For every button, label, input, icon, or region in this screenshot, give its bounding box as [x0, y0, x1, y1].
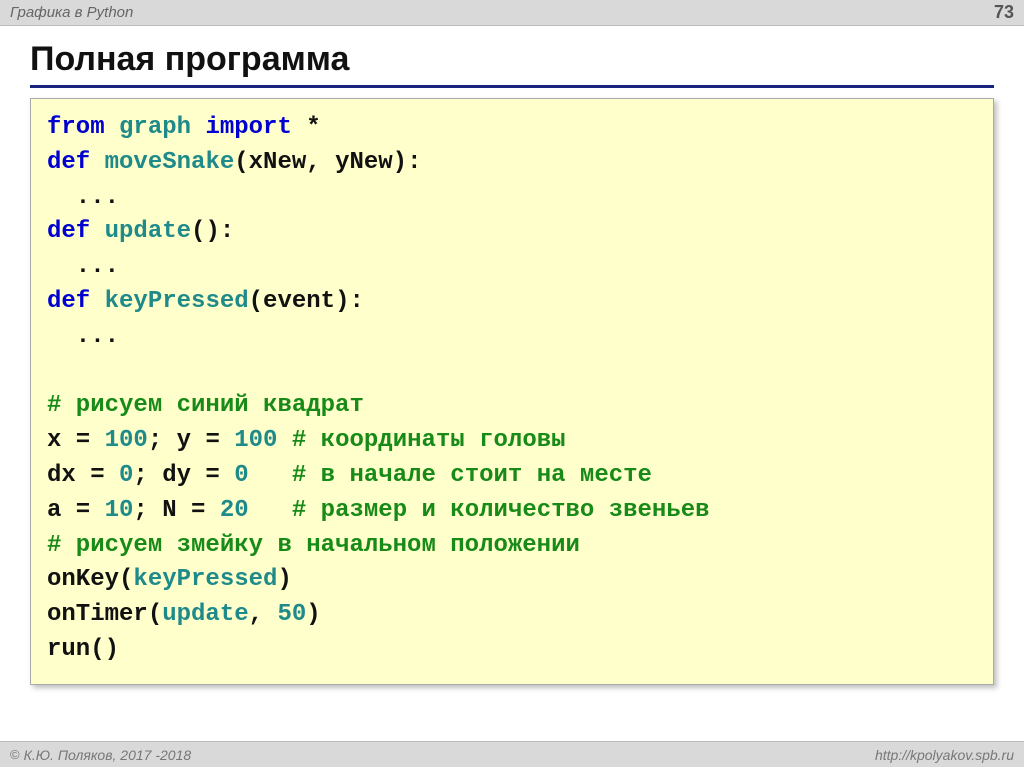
code-text: run()	[47, 636, 119, 663]
code-text: ; dy =	[133, 462, 234, 489]
footer-url: http://kpolyakov.spb.ru	[875, 747, 1014, 763]
code-text: )	[277, 566, 291, 593]
code-text	[249, 497, 292, 524]
module-name: graph	[119, 114, 191, 141]
ident: update	[162, 601, 248, 628]
num-literal: 10	[105, 497, 134, 524]
code-block: from graph import * def moveSnake(xNew, …	[30, 98, 994, 685]
code-text: )	[306, 601, 320, 628]
footer-bar: © К.Ю. Поляков, 2017 -2018 http://kpolya…	[0, 741, 1024, 767]
comment: # рисуем змейку в начальном положении	[47, 532, 580, 559]
page-title: Полная программа	[30, 40, 994, 88]
kw-from: from	[47, 114, 105, 141]
kw-import: import	[205, 114, 291, 141]
num-literal: 50	[277, 601, 306, 628]
code-text: onTimer(	[47, 601, 162, 628]
code-text: ,	[249, 601, 278, 628]
comment: # в начале стоит на месте	[292, 462, 652, 489]
code-text: onKey(	[47, 566, 133, 593]
slide: Графика в Python 73 Полная программа fro…	[0, 0, 1024, 767]
ident: keyPressed	[133, 566, 277, 593]
code-text: ...	[47, 253, 119, 280]
kw-def: def	[47, 288, 90, 315]
func-name: keyPressed	[105, 288, 249, 315]
code-text: ...	[47, 323, 119, 350]
num-literal: 0	[234, 462, 248, 489]
comment: # размер и количество звеньев	[292, 497, 710, 524]
kw-def: def	[47, 218, 90, 245]
code-text: x =	[47, 427, 105, 454]
num-literal: 20	[220, 497, 249, 524]
copyright-icon: ©	[10, 747, 20, 762]
comment: # координаты головы	[292, 427, 566, 454]
code-text: *	[292, 114, 321, 141]
func-name: update	[105, 218, 191, 245]
code-text	[249, 462, 292, 489]
code-text: dx =	[47, 462, 119, 489]
kw-def: def	[47, 149, 90, 176]
code-text	[277, 427, 291, 454]
header-title: Графика в Python	[10, 4, 133, 21]
num-literal: 100	[105, 427, 148, 454]
code-text: ; y =	[148, 427, 234, 454]
code-text: (event):	[249, 288, 364, 315]
code-text: ; N =	[133, 497, 219, 524]
copyright-text: К.Ю. Поляков, 2017 -2018	[24, 747, 192, 763]
header-bar: Графика в Python 73	[0, 0, 1024, 26]
page-number: 73	[994, 2, 1014, 23]
func-name: moveSnake	[105, 149, 235, 176]
content-area: Полная программа from graph import * def…	[0, 26, 1024, 741]
num-literal: 100	[234, 427, 277, 454]
code-text: ():	[191, 218, 234, 245]
code-text: ...	[47, 184, 119, 211]
code-text: (xNew, yNew):	[234, 149, 421, 176]
copyright: © К.Ю. Поляков, 2017 -2018	[10, 747, 191, 763]
code-text: a =	[47, 497, 105, 524]
comment: # рисуем синий квадрат	[47, 392, 364, 419]
num-literal: 0	[119, 462, 133, 489]
